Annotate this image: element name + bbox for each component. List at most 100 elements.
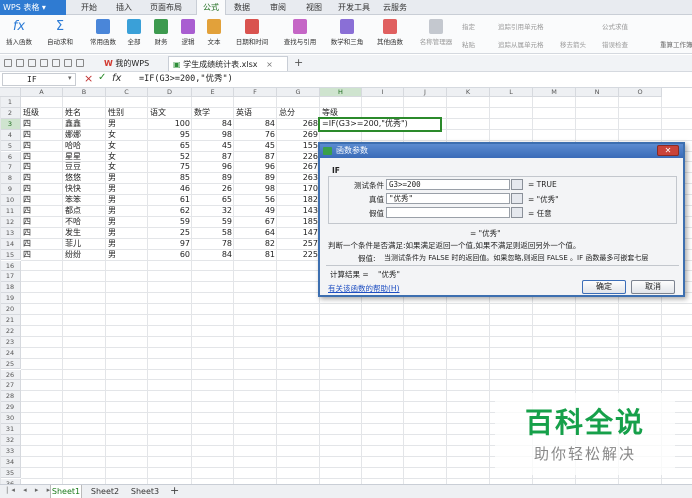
tab-insert[interactable]: 插入 [113, 0, 135, 15]
sheet-tab-1[interactable]: Sheet1 [50, 485, 82, 498]
preview-icon[interactable] [40, 59, 48, 67]
cell[interactable]: 49 [234, 206, 277, 217]
date-time-button[interactable]: 日期和时间 [230, 17, 274, 53]
confirm-icon[interactable]: ✓ [98, 72, 106, 83]
column-header[interactable]: J [404, 88, 447, 97]
cell[interactable]: 性别 [106, 108, 148, 119]
ok-button[interactable]: 确定 [582, 280, 626, 294]
cell[interactable]: 四 [21, 184, 63, 195]
cell[interactable]: 四 [21, 119, 63, 130]
dialog-title-bar[interactable]: 函数参数 ✕ [320, 144, 683, 158]
cell[interactable]: 185 [277, 217, 320, 228]
cell[interactable]: 四 [21, 228, 63, 239]
column-header[interactable]: M [533, 88, 576, 97]
cell[interactable]: 男 [106, 184, 148, 195]
copy-format-icon[interactable] [52, 59, 60, 67]
cell[interactable]: 78 [192, 239, 234, 250]
tab-developer[interactable]: 开发工具 [335, 0, 373, 15]
cell[interactable]: 84 [234, 119, 277, 130]
name-box-dropdown-icon[interactable]: ▾ [68, 74, 72, 82]
cell[interactable]: 英语 [234, 108, 277, 119]
column-header[interactable]: A [21, 88, 63, 97]
cell[interactable]: 等级 [320, 108, 362, 119]
cell[interactable]: 143 [277, 206, 320, 217]
cell[interactable]: 都点 [63, 206, 106, 217]
row-header[interactable]: 23 [0, 336, 21, 348]
tab-view[interactable]: 视图 [303, 0, 325, 15]
cancel-button[interactable]: 取消 [631, 280, 675, 294]
column-header[interactable]: I [362, 88, 404, 97]
cell[interactable]: 女 [106, 152, 148, 163]
cell[interactable]: 鑫鑫 [63, 119, 106, 130]
row-header[interactable]: 27 [0, 380, 21, 392]
row-header[interactable]: 8 [0, 173, 21, 185]
close-tab-icon[interactable]: × [266, 60, 273, 69]
cell[interactable]: 男 [106, 206, 148, 217]
range-picker-icon[interactable] [511, 193, 523, 204]
column-header[interactable]: C [106, 88, 148, 97]
arg-input-true[interactable]: "优秀" [386, 193, 510, 204]
cell[interactable]: 数学 [192, 108, 234, 119]
cell[interactable]: 45 [234, 141, 277, 152]
cell[interactable]: 四 [21, 239, 63, 250]
cell[interactable]: 84 [192, 119, 234, 130]
all-functions-button[interactable]: 全部 [124, 17, 144, 53]
redo-icon[interactable] [76, 59, 84, 67]
cell[interactable]: 62 [148, 206, 192, 217]
autosum-button[interactable]: Σ 自动求和 [42, 17, 78, 53]
cell[interactable]: 84 [192, 250, 234, 261]
cell[interactable]: 发生 [63, 228, 106, 239]
column-header[interactable]: F [234, 88, 277, 97]
row-header[interactable]: 17 [0, 271, 21, 283]
cancel-icon[interactable]: × [84, 72, 93, 85]
tab-my-wps[interactable]: W 我的WPS [100, 56, 153, 71]
column-header[interactable]: O [619, 88, 662, 97]
fx-icon[interactable]: fx [112, 73, 121, 84]
cell[interactable]: 男 [106, 228, 148, 239]
cell[interactable]: 81 [234, 250, 277, 261]
cell[interactable]: 姓名 [63, 108, 106, 119]
cell[interactable]: 100 [148, 119, 192, 130]
active-cell-editor[interactable]: =IF(G3>=200,"优秀") [318, 116, 442, 132]
cell[interactable]: 87 [192, 152, 234, 163]
app-menu-button[interactable]: WPS 表格 ▾ [0, 0, 66, 15]
tab-start[interactable]: 开始 [78, 0, 100, 15]
row-header[interactable]: 16 [0, 260, 21, 272]
row-header[interactable]: 18 [0, 282, 21, 294]
tab-page-layout[interactable]: 页面布局 [146, 0, 186, 15]
tab-document[interactable]: ▣ 学生成绩统计表.xlsx × [168, 56, 288, 71]
cell[interactable]: 娜娜 [63, 130, 106, 141]
column-header[interactable]: H [320, 88, 362, 97]
row-header[interactable]: 10 [0, 195, 21, 206]
cell[interactable]: 男 [106, 195, 148, 206]
name-manager-button[interactable]: 名称管理器 [416, 17, 456, 53]
save-icon[interactable] [16, 59, 24, 67]
cell[interactable]: 女 [106, 141, 148, 152]
row-header[interactable]: 14 [0, 238, 21, 250]
cell[interactable]: 147 [277, 228, 320, 239]
cell[interactable]: 97 [148, 239, 192, 250]
cell[interactable]: 85 [148, 173, 192, 184]
row-header[interactable]: 32 [0, 434, 21, 446]
cell[interactable]: 25 [148, 228, 192, 239]
cell[interactable]: 67 [234, 217, 277, 228]
cell[interactable]: 59 [148, 217, 192, 228]
row-header[interactable]: 9 [0, 184, 21, 196]
row-header[interactable]: 24 [0, 347, 21, 359]
cell[interactable]: 星星 [63, 152, 106, 163]
row-header[interactable]: 22 [0, 325, 21, 337]
column-header[interactable]: D [148, 88, 192, 97]
cell[interactable]: 纷纷 [63, 250, 106, 261]
cell[interactable]: 32 [192, 206, 234, 217]
cell[interactable]: 89 [192, 173, 234, 184]
cell[interactable]: 四 [21, 173, 63, 184]
trace-precedents-button[interactable]: 追踪引用单元格 [498, 21, 544, 31]
remove-arrows-button[interactable]: 移去箭头 [560, 39, 586, 49]
row-header[interactable]: 6 [0, 151, 21, 163]
cell[interactable]: 87 [234, 152, 277, 163]
insert-function-button[interactable]: fx 插入函数 [4, 17, 34, 53]
cell[interactable]: 98 [234, 184, 277, 195]
name-box[interactable]: IF [2, 73, 76, 86]
cell[interactable]: 女 [106, 162, 148, 173]
cell[interactable]: 四 [21, 250, 63, 261]
